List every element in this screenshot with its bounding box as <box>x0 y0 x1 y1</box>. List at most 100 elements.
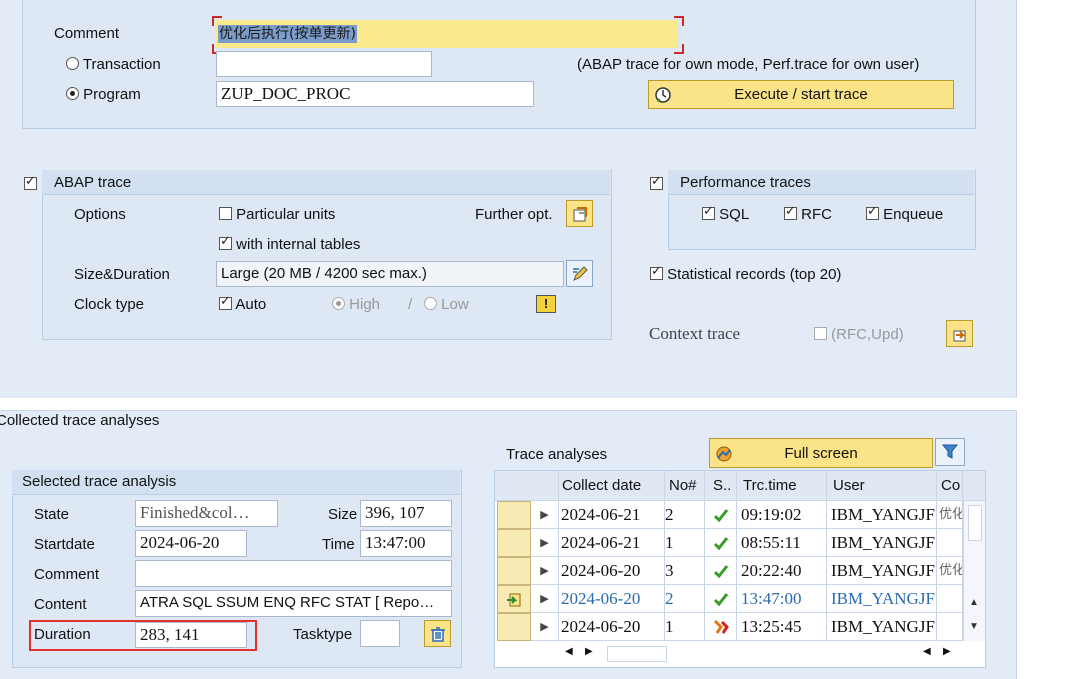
trace-analyses-grid: Collect date No# S.. Trc.time User Co ▶ 2… <box>494 470 986 668</box>
duration-label: Duration <box>34 626 91 643</box>
cell-collect-date: 2024-06-21 <box>559 529 665 557</box>
col-no[interactable]: No# <box>665 471 705 501</box>
comment-input[interactable]: 优化后执行(按单更新) <box>216 20 678 48</box>
trash-icon <box>430 626 445 642</box>
delete-button[interactable] <box>424 620 451 647</box>
horizontal-scrollbar[interactable]: ◀ ▶ ◀ ▶ <box>559 643 963 665</box>
transaction-radio-group[interactable]: Transaction <box>66 56 161 73</box>
expand-toggle[interactable]: ▶ <box>531 557 559 585</box>
execute-button[interactable]: Execute / start trace <box>648 80 954 109</box>
internal-tables-option[interactable]: with internal tables <box>219 234 360 253</box>
clock-slash: / <box>408 296 413 313</box>
time-label: Time <box>322 536 355 553</box>
duration-field: 283, 141 <box>135 622 247 648</box>
row-selector[interactable] <box>497 613 531 641</box>
col-collect-date[interactable]: Collect date <box>559 471 665 501</box>
internal-tables-checkbox[interactable] <box>219 234 232 250</box>
program-label: Program <box>83 86 141 103</box>
execute-label: Execute / start trace <box>734 86 868 103</box>
state-label: State <box>34 506 70 523</box>
row-selector[interactable] <box>497 529 531 557</box>
comment-selected-text: 优化后执行(按单更新) <box>218 25 357 43</box>
scroll-left-arrow[interactable]: ◀ <box>565 646 573 657</box>
sql-checkbox[interactable] <box>702 204 715 220</box>
selected-analysis-title: Selected trace analysis <box>22 473 177 490</box>
size-duration-button[interactable] <box>566 260 593 287</box>
scroll-down-arrow[interactable]: ▼ <box>969 621 979 632</box>
collected-title: Collected trace analyses <box>0 412 160 429</box>
size-duration-field[interactable]: Large (20 MB / 4200 sec max.) <box>216 261 564 287</box>
sql-option[interactable]: SQL <box>702 204 749 223</box>
vertical-scroll-thumb[interactable] <box>968 505 982 541</box>
transaction-input[interactable] <box>216 51 432 77</box>
row-selector[interactable] <box>497 501 531 529</box>
cell-collect-date: 2024-06-20 <box>559 557 665 585</box>
scroll-up-arrow[interactable]: ▲ <box>969 597 979 608</box>
enqueue-label: Enqueue <box>883 206 944 223</box>
further-opt-icon <box>573 206 587 221</box>
col-co[interactable]: Co <box>937 471 963 501</box>
transaction-radio[interactable] <box>66 57 79 70</box>
particular-units-label: Particular units <box>236 206 336 223</box>
rfc-checkbox[interactable] <box>784 204 797 220</box>
filter-button[interactable] <box>935 438 965 466</box>
row-selector[interactable] <box>497 585 531 613</box>
warning-icon[interactable]: ! <box>536 295 556 313</box>
status-check-icon <box>705 585 737 613</box>
startdate-label: Startdate <box>34 536 95 553</box>
current-row-icon <box>507 593 521 607</box>
enqueue-option[interactable]: Enqueue <box>866 204 944 223</box>
cell-trc-time: 09:19:02 <box>737 501 827 529</box>
auto-checkbox[interactable] <box>219 294 232 310</box>
content-field: ATRA SQL SSUM ENQ RFC STAT [ Repo… <box>135 590 452 617</box>
expand-toggle[interactable]: ▶ <box>531 585 559 613</box>
transaction-label: Transaction <box>82 56 161 73</box>
cell-user: IBM_YANGJF <box>827 557 937 585</box>
expand-toggle[interactable]: ▶ <box>531 529 559 557</box>
scroll-right-arrow-2[interactable]: ▶ <box>943 646 951 657</box>
col-trc-time[interactable]: Trc.time <box>737 471 827 501</box>
col-user[interactable]: User <box>827 471 937 501</box>
further-opt-label: Further opt. <box>475 206 553 223</box>
further-opt-button[interactable] <box>566 200 593 227</box>
cell-collect-date: 2024-06-20 <box>559 585 665 613</box>
low-label: Low <box>441 296 469 313</box>
auto-option[interactable]: Auto <box>219 294 266 313</box>
statistical-option[interactable]: Statistical records (top 20) <box>650 264 842 283</box>
startdate-field: 2024-06-20 <box>135 530 247 557</box>
enqueue-checkbox[interactable] <box>866 204 879 220</box>
comment-row-label: Comment <box>34 566 100 583</box>
perf-traces-checkbox[interactable] <box>650 174 663 193</box>
vertical-scrollbar[interactable]: ▲ ▼ <box>963 501 985 641</box>
particular-units-option[interactable]: Particular units <box>219 206 335 223</box>
scroll-left-arrow-2[interactable]: ◀ <box>923 646 931 657</box>
full-screen-button[interactable]: Full screen <box>709 438 933 468</box>
statistical-label: Statistical records (top 20) <box>667 266 842 283</box>
program-input[interactable]: ZUP_DOC_PROC <box>216 81 534 107</box>
status-check-icon <box>705 529 737 557</box>
focus-corner-tr <box>674 16 684 26</box>
abap-trace-title: ABAP trace <box>54 174 132 191</box>
right-blank-area <box>1017 0 1080 678</box>
row-selector[interactable] <box>497 557 531 585</box>
expand-toggle[interactable]: ▶ <box>531 613 559 641</box>
filter-icon <box>941 444 959 459</box>
options-label: Options <box>74 206 126 223</box>
context-trace-button[interactable] <box>946 320 973 347</box>
horizontal-scroll-thumb[interactable] <box>607 646 667 662</box>
col-status[interactable]: S.. <box>705 471 737 501</box>
particular-units-checkbox[interactable] <box>219 207 232 220</box>
content-label: Content <box>34 596 87 613</box>
scroll-right-arrow[interactable]: ▶ <box>585 646 593 657</box>
program-radio[interactable] <box>66 87 79 100</box>
low-option: Low <box>424 296 469 313</box>
cell-collect-date: 2024-06-21 <box>559 501 665 529</box>
statistical-checkbox[interactable] <box>650 264 663 280</box>
program-radio-group[interactable]: Program <box>66 86 141 103</box>
abap-trace-checkbox[interactable] <box>24 174 37 193</box>
cell-co: 优化 <box>937 557 963 585</box>
rfc-option[interactable]: RFC <box>784 204 832 223</box>
expand-toggle[interactable]: ▶ <box>531 501 559 529</box>
cell-co: 优化 <box>937 501 963 529</box>
comment-label: Comment <box>54 25 120 42</box>
